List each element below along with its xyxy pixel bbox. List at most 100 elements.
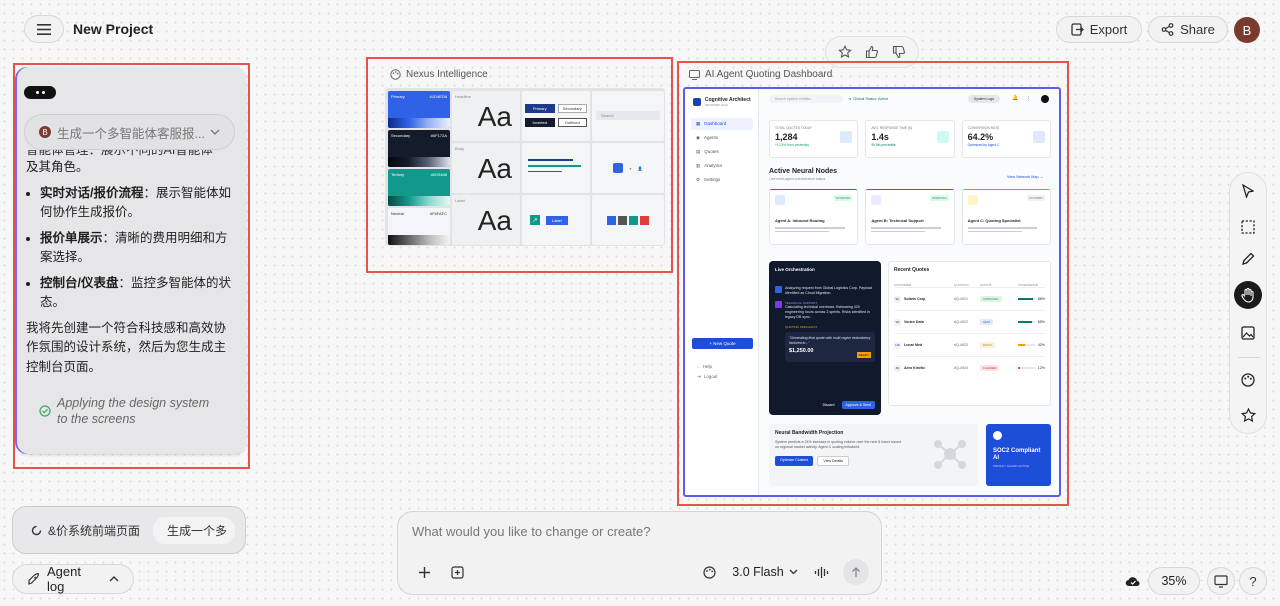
dash-soc2-card: SOC2 Compliant AI PRIVACY GUARD ACTIVE [986,424,1051,486]
agent-log-button[interactable]: Agent log [12,564,134,594]
sparkle-star-icon[interactable] [1238,405,1258,425]
task-bar[interactable]: &价系统前端页面 生成一个多 [12,506,246,554]
hamburger-icon [37,23,51,35]
row-initials: SC [894,295,901,303]
row-initials: VD [894,318,901,326]
dash-grid-icon[interactable]: ⋮ [1026,96,1031,102]
export-label: Export [1089,22,1128,37]
export-button[interactable]: Export [1056,16,1142,43]
dash-nav-quotes[interactable]: ▤ Quotes [691,146,753,158]
dash-nav-dashboard[interactable]: ▦ Dashboard [691,118,753,130]
previous-prompt-chip[interactable]: B 生成一个多智能体客服报... [24,114,235,150]
dash-nav-agents[interactable]: ◉ Agents [691,132,753,144]
help-icon[interactable]: ? [1239,567,1267,595]
user-avatar[interactable]: B [1234,17,1260,43]
share-label: Share [1180,22,1215,37]
chat-message: 智能体管理：展示不同的AI智能体 及其角色。 实时对话/报价流程：展示智能体如何… [26,150,238,377]
share-button[interactable]: Share [1148,16,1228,43]
dash-nodes-title: Active Neural Nodes [769,168,838,175]
confidence-bar [1018,298,1033,300]
feature-list: 实时对话/报价流程：展示智能体如何协作生成报价。 报价单展示：清晰的费用明细和方… [26,184,238,313]
chevron-down-icon [210,129,220,135]
star-icon[interactable] [838,45,853,59]
pencil-icon[interactable] [1238,249,1258,269]
dash-help[interactable]: ◌ Help [697,364,712,369]
dash-agent-card[interactable]: STANDBY Agent C: Quoting Specialist [961,189,1051,245]
dash-avatar[interactable] [1041,95,1049,103]
dashboard-title[interactable]: AI Agent Quoting Dashboard [689,69,832,80]
dash-search[interactable]: Search system entities... [769,95,843,103]
dash-view-network-link[interactable]: View Network Map → [1007,175,1043,179]
list-item: 实时对话/报价流程：展示智能体如何协作生成报价。 [40,184,238,223]
add-context-icon[interactable] [449,564,465,580]
prompt-preview: 生成一个多智能体客服报... [57,126,204,141]
palette-icon[interactable] [1238,370,1258,390]
marquee-select-icon[interactable] [1238,217,1258,237]
task-chip[interactable]: 生成一个多 [152,516,235,544]
send-button[interactable] [843,559,869,585]
confidence-bar [1018,344,1026,346]
dash-system-logs-button[interactable]: System Logs [968,95,1000,103]
design-system-title[interactable]: Nexus Intelligence [390,69,488,80]
dash-nav-settings[interactable]: ⚙ Settings [691,174,753,186]
dash-bandwidth-panel: Neural Bandwidth Projection System predi… [769,424,978,486]
design-system-card[interactable]: Primary #1D4ED8 Secondary #0F172A Tertia… [385,88,665,246]
dash-agent-card[interactable]: WORKING Agent B: Technical Support [865,189,955,245]
status-badge: DRAFT [980,342,996,348]
check-circle-icon [39,405,51,427]
row-id: #Q-4922 [954,320,968,324]
voice-wave-icon[interactable] [813,564,829,580]
thumbs-up-icon[interactable] [865,45,879,59]
chevron-up-icon [109,576,119,582]
thumbs-down-icon[interactable] [892,45,906,59]
menu-button[interactable] [24,15,64,43]
table-row[interactable]: SC Solaris Corp #Q-4921 APPROVED 88% [894,287,1045,310]
cursor-icon[interactable] [1238,181,1258,201]
row-conf: 85% [1037,320,1045,324]
project-title[interactable]: New Project [73,21,153,37]
image-icon[interactable] [1238,323,1258,343]
dash-agent-card[interactable]: WORKING Agent A: Inbound Routing [769,189,859,245]
chat-paragraph: 我将先创建一个符合科技感和高效协作氛围的设计系统，然后为您生成主控制台页面。 [26,320,227,374]
color-swatches: Primary #1D4ED8 Secondary #0F172A Tertia… [388,91,450,245]
present-icon[interactable] [1207,567,1235,595]
dash-global-status: ● Global Status: Active [849,97,889,101]
inputs-column: Search ⌕ 👤 [592,91,664,245]
typography-column: Headline Aa Body Aa Label Aa [452,91,520,245]
table-row[interactable]: VD Vortex Data #Q-4922 SENT 85% [894,310,1045,333]
swatch-neutral: Neutral #F8FAFC [388,208,450,245]
swatch-secondary: Secondary #0F172A [388,130,450,167]
dash-view-details-button[interactable]: View Details [817,456,850,466]
zoom-level[interactable]: 35% [1148,567,1200,595]
swatch-tertiary: Tertiary #0D9488 [388,169,450,206]
palette-icon[interactable] [701,564,717,580]
status-badge: APPROVED [980,296,1002,302]
dash-orchestration-panel: Live Orchestration Analyzing request fro… [769,261,881,415]
dash-optimize-button[interactable]: Optimize Clusters [775,456,814,466]
loading-spinner-icon [31,525,42,536]
collapse-dots-button[interactable] [24,86,56,99]
dash-discard-button[interactable]: Discard [819,401,839,409]
dash-approve-button[interactable]: Approve & Send [841,401,875,409]
cloud-sync-icon[interactable] [1124,572,1142,590]
table-row[interactable]: AK Aero Kinetic #Q-4924 FLAGGED 12% [894,356,1045,379]
row-customer: Aero Kinetic [904,366,926,370]
chat-panel: B 生成一个多智能体客服报... 智能体管理：展示不同的AI智能体 及其角色。 … [17,67,246,454]
plus-icon[interactable] [416,564,432,580]
partial-line-2: 及其角色。 [26,160,89,174]
dash-new-quote-button[interactable]: + New Quote [692,338,753,349]
dash-bell-icon[interactable]: 🔔 [1012,95,1018,101]
hand-icon[interactable] [1234,281,1262,309]
row-id: #Q-4921 [954,297,968,301]
dash-stat-cards: TOTAL QUOTES TODAY 1,284 +12.5% from yes… [769,120,1051,158]
dash-nav-analytics[interactable]: ▥ Analytics [691,160,753,172]
list-item: 控制台/仪表盘：监控多智能体的状态。 [40,274,238,313]
chevron-down-icon [789,569,798,575]
dash-logout[interactable]: ⇥ Logout [697,374,718,380]
table-row[interactable]: LM Lunar Med #Q-4923 DRAFT 42% [894,333,1045,356]
row-customer: Solaris Corp [904,297,926,301]
dashboard-screen[interactable]: Cognitive Architect NETWORK 02 AI ▦ Dashbo… [683,87,1061,497]
palette-icon [390,69,401,80]
model-selector[interactable]: 3.0 Flash [728,561,802,583]
prompt-input[interactable]: What would you like to change or create? [412,524,650,539]
